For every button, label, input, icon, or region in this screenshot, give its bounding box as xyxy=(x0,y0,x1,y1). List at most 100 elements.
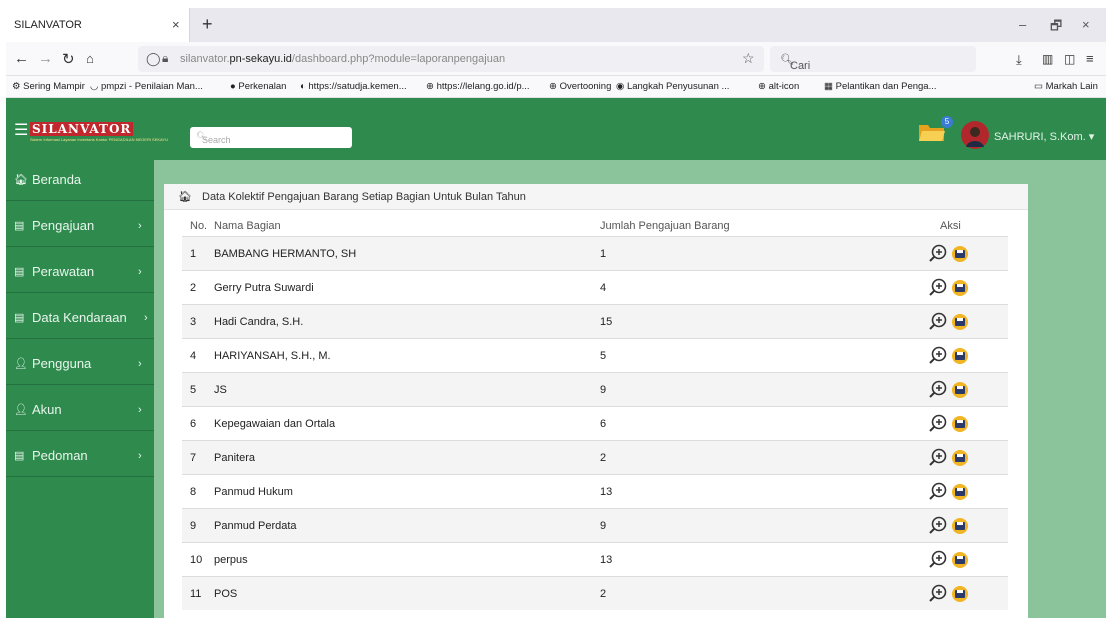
zoom-in-icon[interactable] xyxy=(928,481,948,501)
lock-icon[interactable]: 🔒︎ xyxy=(162,51,168,66)
zoom-in-icon[interactable] xyxy=(928,345,948,365)
menu-icon[interactable]: ≡ xyxy=(1086,51,1094,66)
new-tab-button[interactable]: + xyxy=(202,14,213,35)
row-number: 2 xyxy=(190,282,197,294)
app-search-input[interactable]: 🔍︎ Search xyxy=(190,127,352,148)
shield-icon[interactable]: ◯ xyxy=(146,51,161,67)
bookmark-item[interactable]: ▦ Pelantikan dan Penga... xyxy=(824,81,937,92)
tab-strip: SILANVATOR × + – 🗗 × xyxy=(6,8,1106,42)
hamburger-menu-icon[interactable]: ☰ xyxy=(14,120,28,140)
user-icon: 👤︎ xyxy=(14,358,28,370)
bookmark-item[interactable]: ◐ https://satudja.kemen... xyxy=(300,81,407,92)
sidebar-item-beranda[interactable]: 🏠︎ Beranda xyxy=(6,160,154,201)
save-icon[interactable] xyxy=(952,348,968,364)
chevron-right-icon: › xyxy=(138,404,142,416)
tab-close-icon[interactable]: × xyxy=(172,17,180,32)
sidebar-item-pengguna[interactable]: 👤︎ Pengguna › xyxy=(6,344,154,385)
row-count: 13 xyxy=(600,554,613,566)
chevron-right-icon: › xyxy=(138,220,142,232)
user-menu[interactable]: SAHRURI, S.Kom. ▾ xyxy=(994,130,1094,143)
minimize-button[interactable]: – xyxy=(1019,17,1026,32)
user-icon: 👤︎ xyxy=(14,404,28,416)
zoom-in-icon[interactable] xyxy=(928,515,948,535)
table-row: 10 perpus 13 xyxy=(182,542,1008,576)
app-header: ☰ SILANVATOR Sistem Informasi Layanan In… xyxy=(6,98,1106,160)
browser-search-placeholder: 🔍︎ Cari xyxy=(780,54,811,72)
browser-tab[interactable]: SILANVATOR × xyxy=(6,8,190,42)
row-number: 7 xyxy=(190,452,197,464)
table-row: 8 Panmud Hukum 13 xyxy=(182,474,1008,508)
back-icon[interactable]: ← xyxy=(14,50,29,67)
zoom-in-icon[interactable] xyxy=(928,549,948,569)
save-icon[interactable] xyxy=(952,246,968,262)
browser-window: SILANVATOR × + – 🗗 × ← → ↻ ⌂ ◯ 🔒︎ silanv… xyxy=(6,8,1106,618)
zoom-in-icon[interactable] xyxy=(928,311,948,331)
row-name: BAMBANG HERMANTO, SH xyxy=(214,248,357,260)
save-icon[interactable] xyxy=(952,280,968,296)
row-count: 5 xyxy=(600,350,607,362)
download-icon[interactable]: ⤓ xyxy=(1016,52,1022,68)
row-number: 8 xyxy=(190,486,197,498)
bookmark-item[interactable]: ● Perkenalan xyxy=(230,81,286,92)
zoom-in-icon[interactable] xyxy=(928,243,948,263)
save-icon[interactable] xyxy=(952,314,968,330)
other-bookmarks[interactable]: ▭ Markah Lain xyxy=(1034,81,1098,92)
column-header-jumlah: Jumlah Pengajuan Barang xyxy=(600,220,730,232)
library-icon[interactable]: ▥ xyxy=(1042,52,1053,66)
table-row: 4 HARIYANSAH, S.H., M. 5 xyxy=(182,338,1008,372)
zoom-in-icon[interactable] xyxy=(928,447,948,467)
sidebar-item-data-kendaraan[interactable]: ▤ Data Kendaraan › xyxy=(6,298,154,339)
row-number: 10 xyxy=(190,554,203,566)
row-number: 4 xyxy=(190,350,197,362)
row-count: 4 xyxy=(600,282,607,294)
sidebar-item-label: Pengguna xyxy=(32,356,92,371)
save-icon[interactable] xyxy=(952,382,968,398)
browser-search-box[interactable]: 🔍︎ Cari xyxy=(770,46,976,72)
avatar[interactable] xyxy=(961,121,989,149)
address-bar[interactable]: ◯ 🔒︎ silanvator.pn-sekayu.id/dashboard.p… xyxy=(138,46,764,72)
sidebar-item-pengajuan[interactable]: ▤ Pengajuan › xyxy=(6,206,154,247)
zoom-in-icon[interactable] xyxy=(928,379,948,399)
save-icon[interactable] xyxy=(952,484,968,500)
save-icon[interactable] xyxy=(952,416,968,432)
bookmark-item[interactable]: ◉ Langkah Penyusunan ... xyxy=(616,81,729,92)
bookmark-item[interactable]: ◡ pmpzi - Penilaian Man... xyxy=(90,81,203,92)
table-row: 11 POS 2 xyxy=(182,576,1008,610)
bookmark-item[interactable]: ⊕ https://lelang.go.id/p... xyxy=(426,81,530,92)
bookmark-star-icon[interactable]: ☆ xyxy=(742,50,755,67)
zoom-in-icon[interactable] xyxy=(928,583,948,603)
url-text[interactable]: silanvator.pn-sekayu.id/dashboard.php?mo… xyxy=(180,53,505,65)
sidebar-item-perawatan[interactable]: ▤ Perawatan › xyxy=(6,252,154,293)
bookmark-item[interactable]: ⚙ Sering Mampir xyxy=(12,81,85,92)
table-row: 7 Panitera 2 xyxy=(182,440,1008,474)
window-close-button[interactable]: × xyxy=(1082,17,1090,32)
sidebar-item-label: Data Kendaraan xyxy=(32,310,127,325)
save-icon[interactable] xyxy=(952,586,968,602)
row-name: POS xyxy=(214,588,238,600)
chevron-right-icon: › xyxy=(138,266,142,278)
sidebar-toggle-icon[interactable]: ◫ xyxy=(1064,52,1075,66)
row-number: 6 xyxy=(190,418,197,430)
sidebar-item-akun[interactable]: 👤︎ Akun › xyxy=(6,390,154,431)
row-name: Panmud Perdata xyxy=(214,520,297,532)
restore-button[interactable]: 🗗 xyxy=(1050,17,1062,39)
bookmark-item[interactable]: ⊕ alt-icon xyxy=(758,81,799,92)
save-icon[interactable] xyxy=(952,450,968,466)
reload-icon[interactable]: ↻ xyxy=(62,50,75,68)
save-icon[interactable] xyxy=(952,518,968,534)
row-name: HARIYANSAH, S.H., M. xyxy=(214,350,331,362)
bookmark-item[interactable]: ⊕ Overtooning xyxy=(549,81,611,92)
chevron-right-icon: › xyxy=(138,358,142,370)
zoom-in-icon[interactable] xyxy=(928,413,948,433)
save-icon[interactable] xyxy=(952,552,968,568)
row-name: perpus xyxy=(214,554,248,566)
sidebar-item-pedoman[interactable]: ▤ Pedoman › xyxy=(6,436,154,477)
row-count: 2 xyxy=(600,588,607,600)
panel-header: 🏠︎ Data Kolektif Pengajuan Barang Setiap… xyxy=(164,184,1028,210)
panel-title: Data Kolektif Pengajuan Barang Setiap Ba… xyxy=(202,191,526,203)
column-header-nama-bagian: Nama Bagian xyxy=(214,220,281,232)
zoom-in-icon[interactable] xyxy=(928,277,948,297)
forward-icon[interactable]: → xyxy=(38,50,53,67)
home-icon[interactable]: ⌂ xyxy=(86,51,94,66)
app-logo[interactable]: SILANVATOR xyxy=(30,122,134,136)
